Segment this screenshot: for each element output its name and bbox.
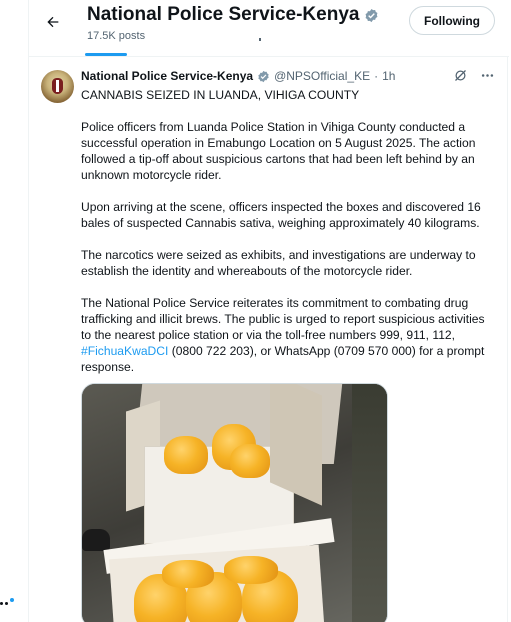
post-author-name[interactable]: National Police Service-Kenya [81, 69, 253, 83]
post-text-segment: The National Police Service reiterates i… [81, 296, 485, 342]
back-button[interactable] [39, 8, 67, 36]
profile-title-block: National Police Service-Kenya 17.5K post… [87, 4, 379, 42]
grok-icon[interactable] [453, 68, 468, 83]
avatar[interactable] [41, 70, 74, 103]
timeline-column: National Police Service-Kenya 17.5K post… [28, 0, 509, 622]
arrow-left-icon [47, 16, 59, 28]
hashtag-link[interactable]: #FichuaKwaDCI [81, 344, 168, 358]
image-shadow [352, 384, 387, 622]
post-header: National Police Service-Kenya @NPSOffici… [81, 69, 395, 83]
post-paragraph: Police officers from Luanda Police Stati… [81, 120, 476, 182]
verified-badge-icon [366, 8, 378, 22]
boot-shape [82, 529, 110, 551]
bale [164, 436, 208, 474]
post-image[interactable] [81, 383, 388, 622]
post-paragraph: The narcotics were seized as exhibits, a… [81, 248, 476, 278]
post-paragraph: The National Police Service reiterates i… [81, 295, 493, 375]
posts-count: 17.5K posts [87, 30, 146, 42]
separator-dot: · [374, 69, 379, 83]
more-menu-icon[interactable] [0, 598, 18, 608]
profile-header: National Police Service-Kenya 17.5K post… [29, 0, 509, 57]
post-headline: CANNABIS SEIZED IN LUANDA, VIHIGA COUNTY [81, 88, 360, 102]
post-text: CANNABIS SEIZED IN LUANDA, VIHIGA COUNTY… [81, 87, 493, 375]
post-handle[interactable]: @NPSOfficial_KE [274, 69, 370, 83]
post[interactable]: National Police Service-Kenya @NPSOffici… [29, 57, 509, 622]
tab-divider [259, 38, 261, 41]
post-actions [453, 68, 495, 83]
bale [162, 560, 214, 588]
bale [230, 444, 270, 478]
notification-dot [10, 598, 14, 602]
active-tab-indicator [85, 53, 127, 56]
post-time[interactable]: 1h [382, 69, 395, 83]
profile-title: National Police Service-Kenya [87, 4, 360, 25]
verified-badge-icon [258, 70, 269, 82]
more-icon[interactable] [480, 68, 495, 83]
police-crest-icon [52, 78, 63, 94]
post-paragraph: Upon arriving at the scene, officers ins… [81, 200, 481, 230]
left-nav-rail [0, 0, 28, 622]
following-button[interactable]: Following [409, 6, 495, 35]
bale [224, 556, 278, 584]
